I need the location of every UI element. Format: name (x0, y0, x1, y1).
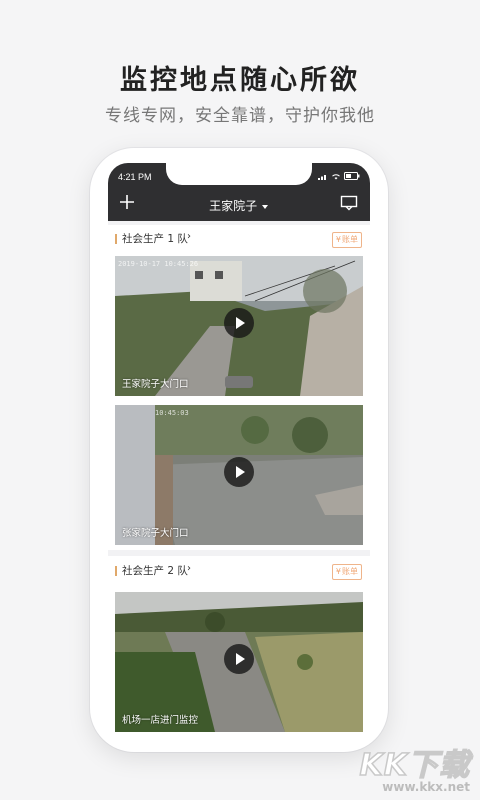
watermark: KK下载 www.kkx.net (359, 740, 470, 794)
bill-button[interactable]: ¥ 账单 (331, 232, 362, 248)
watermark-brand: KK下载 (359, 747, 470, 784)
bill-icon: ¥ (335, 567, 341, 576)
camera-timestamp: 2019-10-17 10:45:26 (118, 260, 199, 268)
status-time: 4:21 PM (118, 172, 152, 182)
section-card: 社会生产 1 队 › ¥ 账单 2019-10-17 10:45:26 王家院子… (108, 225, 370, 550)
message-icon[interactable] (340, 195, 358, 211)
status-icons (318, 172, 360, 180)
play-icon[interactable] (224, 644, 254, 674)
camera-feed[interactable]: 机场一店进门监控 (115, 592, 363, 732)
bill-button[interactable]: ¥ 账单 (331, 564, 362, 580)
chevron-right-icon: › (187, 563, 191, 574)
headline: 监控地点随心所欲 (120, 65, 360, 96)
app-screen: 4:21 PM 王家院子 社会生产 1 队 › ¥ 账单 2019-10-17 … (108, 163, 370, 735)
bill-icon: ¥ (335, 235, 341, 244)
section-accent-bar (115, 234, 117, 244)
section-title: 社会生产 1 队 (122, 233, 188, 245)
section-header[interactable]: 社会生产 1 队 › ¥ 账单 (108, 229, 370, 253)
section-title: 社会生产 2 队 (122, 565, 188, 577)
top-bar: 4:21 PM 王家院子 (108, 163, 370, 221)
location-selector[interactable]: 王家院子 (108, 197, 370, 214)
play-icon[interactable] (224, 457, 254, 487)
section-accent-bar (115, 566, 117, 576)
play-icon[interactable] (224, 308, 254, 338)
wifi-icon (332, 173, 340, 179)
camera-feed[interactable]: 2019-10-17 10:45:26 王家院子大门口 (115, 256, 363, 396)
camera-feed[interactable]: 10:45:03 张家院子大门口 (115, 405, 363, 545)
camera-label: 机场一店进门监控 (122, 715, 199, 726)
camera-label: 王家院子大门口 (122, 379, 189, 390)
bill-label: 账单 (342, 235, 358, 244)
section-card: 社会生产 2 队 › ¥ 账单 机场一店进门监控 (108, 556, 370, 735)
camera-label: 张家院子大门口 (122, 528, 189, 539)
signal-icon (318, 174, 326, 180)
camera-timestamp: 10:45:03 (155, 409, 189, 417)
subline: 专线专网，安全靠谱，守护你我他 (105, 106, 375, 126)
phone-notch (166, 163, 312, 185)
location-title: 王家院子 (209, 199, 258, 213)
battery-icon (344, 172, 360, 180)
chevron-right-icon: › (187, 231, 191, 242)
bill-label: 账单 (342, 567, 358, 576)
section-header[interactable]: 社会生产 2 队 › ¥ 账单 (108, 561, 370, 585)
caret-down-icon (261, 205, 268, 209)
